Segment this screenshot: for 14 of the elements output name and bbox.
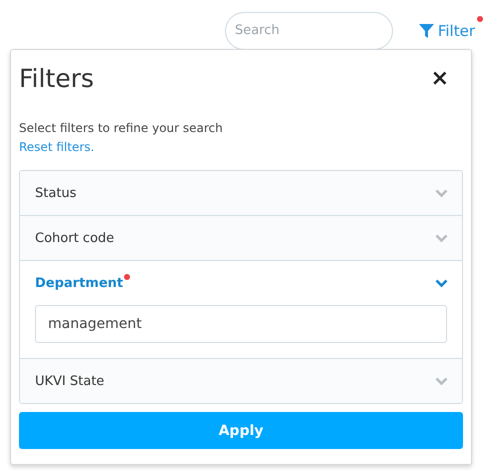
search-field[interactable]: Search [224, 12, 393, 50]
close-button[interactable]: × [430, 68, 463, 90]
section-header[interactable]: UKVI State [20, 359, 462, 403]
description-text: Select filters to refine your search [19, 121, 224, 135]
chevron-icon [435, 234, 448, 242]
funnel-icon [418, 24, 434, 38]
chevron-icon [435, 188, 448, 198]
chevron-icon [435, 278, 448, 288]
section-header[interactable]: Department [20, 261, 462, 305]
chevron-icon [435, 376, 448, 386]
panel-title: Filters [19, 64, 94, 93]
section-header[interactable]: Cohort code [20, 216, 462, 260]
section-header[interactable]: Status [20, 171, 462, 215]
department-field[interactable]: management [35, 305, 447, 343]
